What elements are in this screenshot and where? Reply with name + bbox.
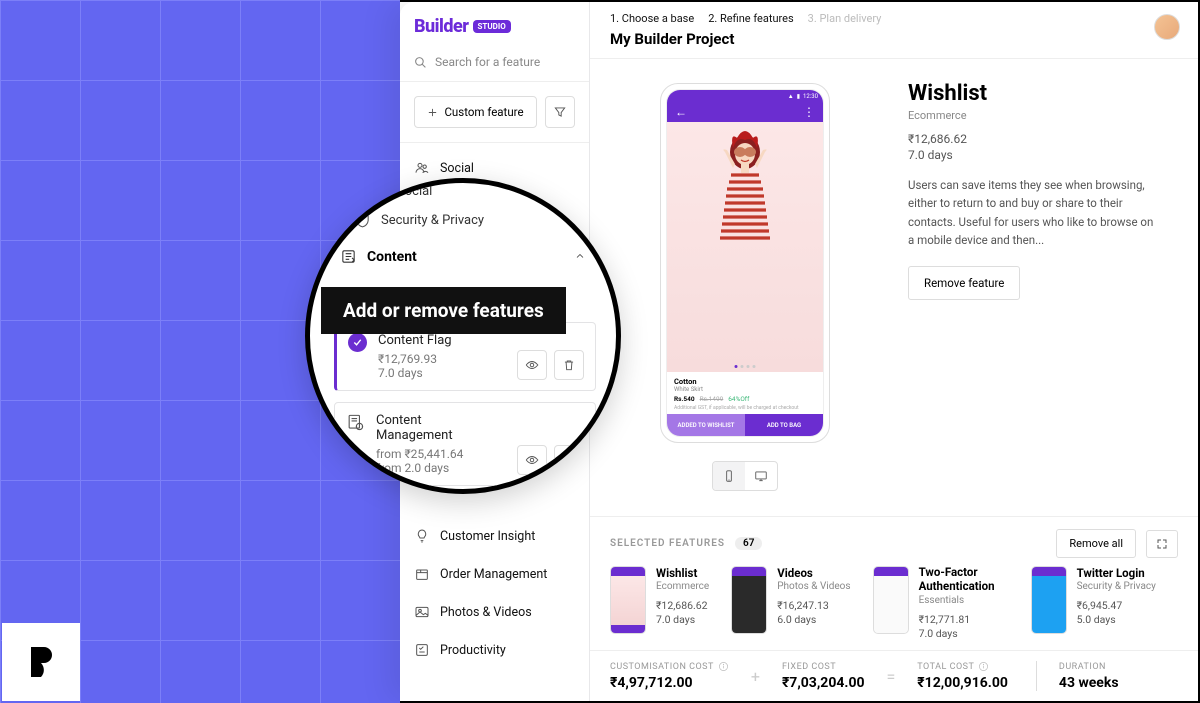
step-2[interactable]: 2. Refine features (708, 12, 793, 25)
info-icon[interactable] (978, 661, 989, 672)
sidebar-item-photos-videos[interactable]: Photos & Videos (400, 593, 589, 631)
plus-icon (562, 453, 576, 467)
custom-feature-button[interactable]: Custom feature (414, 96, 537, 128)
sidebar-item-content[interactable]: Content (310, 235, 616, 274)
cost-bar: CUSTOMISATION COST ₹4,97,712.00 + FIXED … (590, 650, 1198, 701)
remove-all-button[interactable]: Remove all (1056, 529, 1136, 558)
customisation-cost: ₹4,97,712.00 (610, 675, 729, 691)
eye-icon (525, 358, 539, 372)
device-toggle (712, 461, 778, 491)
sidebar-item-customer-insight[interactable]: Customer Insight (400, 517, 589, 555)
selected-card[interactable]: Videos Photos & Videos ₹16,247.13 6.0 da… (731, 566, 850, 640)
selected-card[interactable]: Twitter Login Security & Privacy ₹6,945.… (1031, 566, 1156, 640)
sidebar-item-order-management[interactable]: Order Management (400, 555, 589, 593)
avatar[interactable] (1154, 14, 1180, 40)
page-title: My Builder Project (610, 30, 1178, 48)
desktop-view-button[interactable] (745, 462, 777, 490)
eye-icon (525, 453, 539, 467)
filter-icon (553, 105, 567, 119)
remove-feature-button[interactable]: Remove feature (908, 266, 1020, 300)
feature-card-content-management[interactable]: Content Management from ₹25,441.64 from … (334, 402, 596, 486)
feature-detail: Wishlist Ecommerce ₹12,686.62 7.0 days U… (900, 59, 1198, 516)
logo: Builder STUDIO (400, 2, 589, 47)
expand-icon (1156, 538, 1168, 550)
mobile-icon (722, 469, 736, 483)
back-arrow-icon: ← (675, 105, 687, 119)
plus-icon (427, 107, 438, 118)
content-icon (340, 248, 357, 265)
selected-card[interactable]: Wishlist Ecommerce ₹12,686.62 7.0 days (610, 566, 709, 640)
total-cost: ₹12,00,916.00 (917, 675, 1008, 691)
duration: 43 weeks (1059, 675, 1119, 691)
checklist-icon (414, 642, 430, 658)
logo-badge: STUDIO (473, 20, 511, 33)
selected-check-icon (348, 333, 367, 352)
preview-button[interactable] (517, 445, 547, 475)
breadcrumb: 1. Choose a base 2. Refine features 3. P… (610, 12, 1178, 25)
brand-b-logo (2, 623, 80, 701)
image-icon (414, 604, 430, 620)
delete-button[interactable] (554, 350, 584, 380)
search-placeholder: Search for a feature (435, 55, 540, 69)
desktop-icon (754, 469, 768, 483)
step-3[interactable]: 3. Plan delivery (808, 12, 882, 25)
phone-preview: ▲▮12:30 ←⋮ (660, 83, 830, 443)
topbar: 1. Choose a base 2. Refine features 3. P… (590, 2, 1198, 59)
expand-button[interactable] (1146, 530, 1178, 558)
feature-description: Users can save items they see when brows… (908, 176, 1158, 250)
fixed-cost: ₹7,03,204.00 (782, 675, 865, 691)
step-1[interactable]: 1. Choose a base (610, 12, 694, 25)
feature-category: Ecommerce (908, 109, 1172, 122)
users-icon (414, 160, 430, 176)
preview-button[interactable] (517, 350, 547, 380)
filter-button[interactable] (545, 96, 575, 128)
logo-text: Builder (414, 16, 469, 37)
lightbulb-icon (414, 528, 430, 544)
feature-title: Wishlist (908, 81, 1172, 106)
settings-doc-icon (346, 413, 365, 475)
chevron-up-icon (574, 247, 586, 266)
selected-count-badge: 67 (735, 537, 762, 550)
search-icon (414, 56, 427, 69)
info-icon[interactable] (718, 661, 729, 672)
zoom-lens: Social Security & Privacy Content Add or… (305, 178, 621, 494)
search-input[interactable]: Search for a feature (400, 47, 589, 82)
selected-card[interactable]: Two-Factor Authentication Essentials ₹12… (873, 566, 1009, 640)
selected-features-list: Wishlist Ecommerce ₹12,686.62 7.0 days V… (590, 566, 1198, 650)
package-icon (414, 566, 430, 582)
menu-dots-icon: ⋮ (803, 105, 815, 119)
selected-features-label: SELECTED FEATURES (610, 538, 725, 549)
sidebar-item-productivity[interactable]: Productivity (400, 631, 589, 669)
add-button[interactable] (554, 445, 584, 475)
model-illustration (705, 130, 785, 270)
feature-days: 7.0 days (908, 148, 1172, 162)
mobile-view-button[interactable] (713, 462, 745, 490)
trash-icon (562, 358, 576, 372)
feature-price: ₹12,686.62 (908, 132, 1172, 146)
tooltip: Add or remove features (321, 287, 566, 334)
